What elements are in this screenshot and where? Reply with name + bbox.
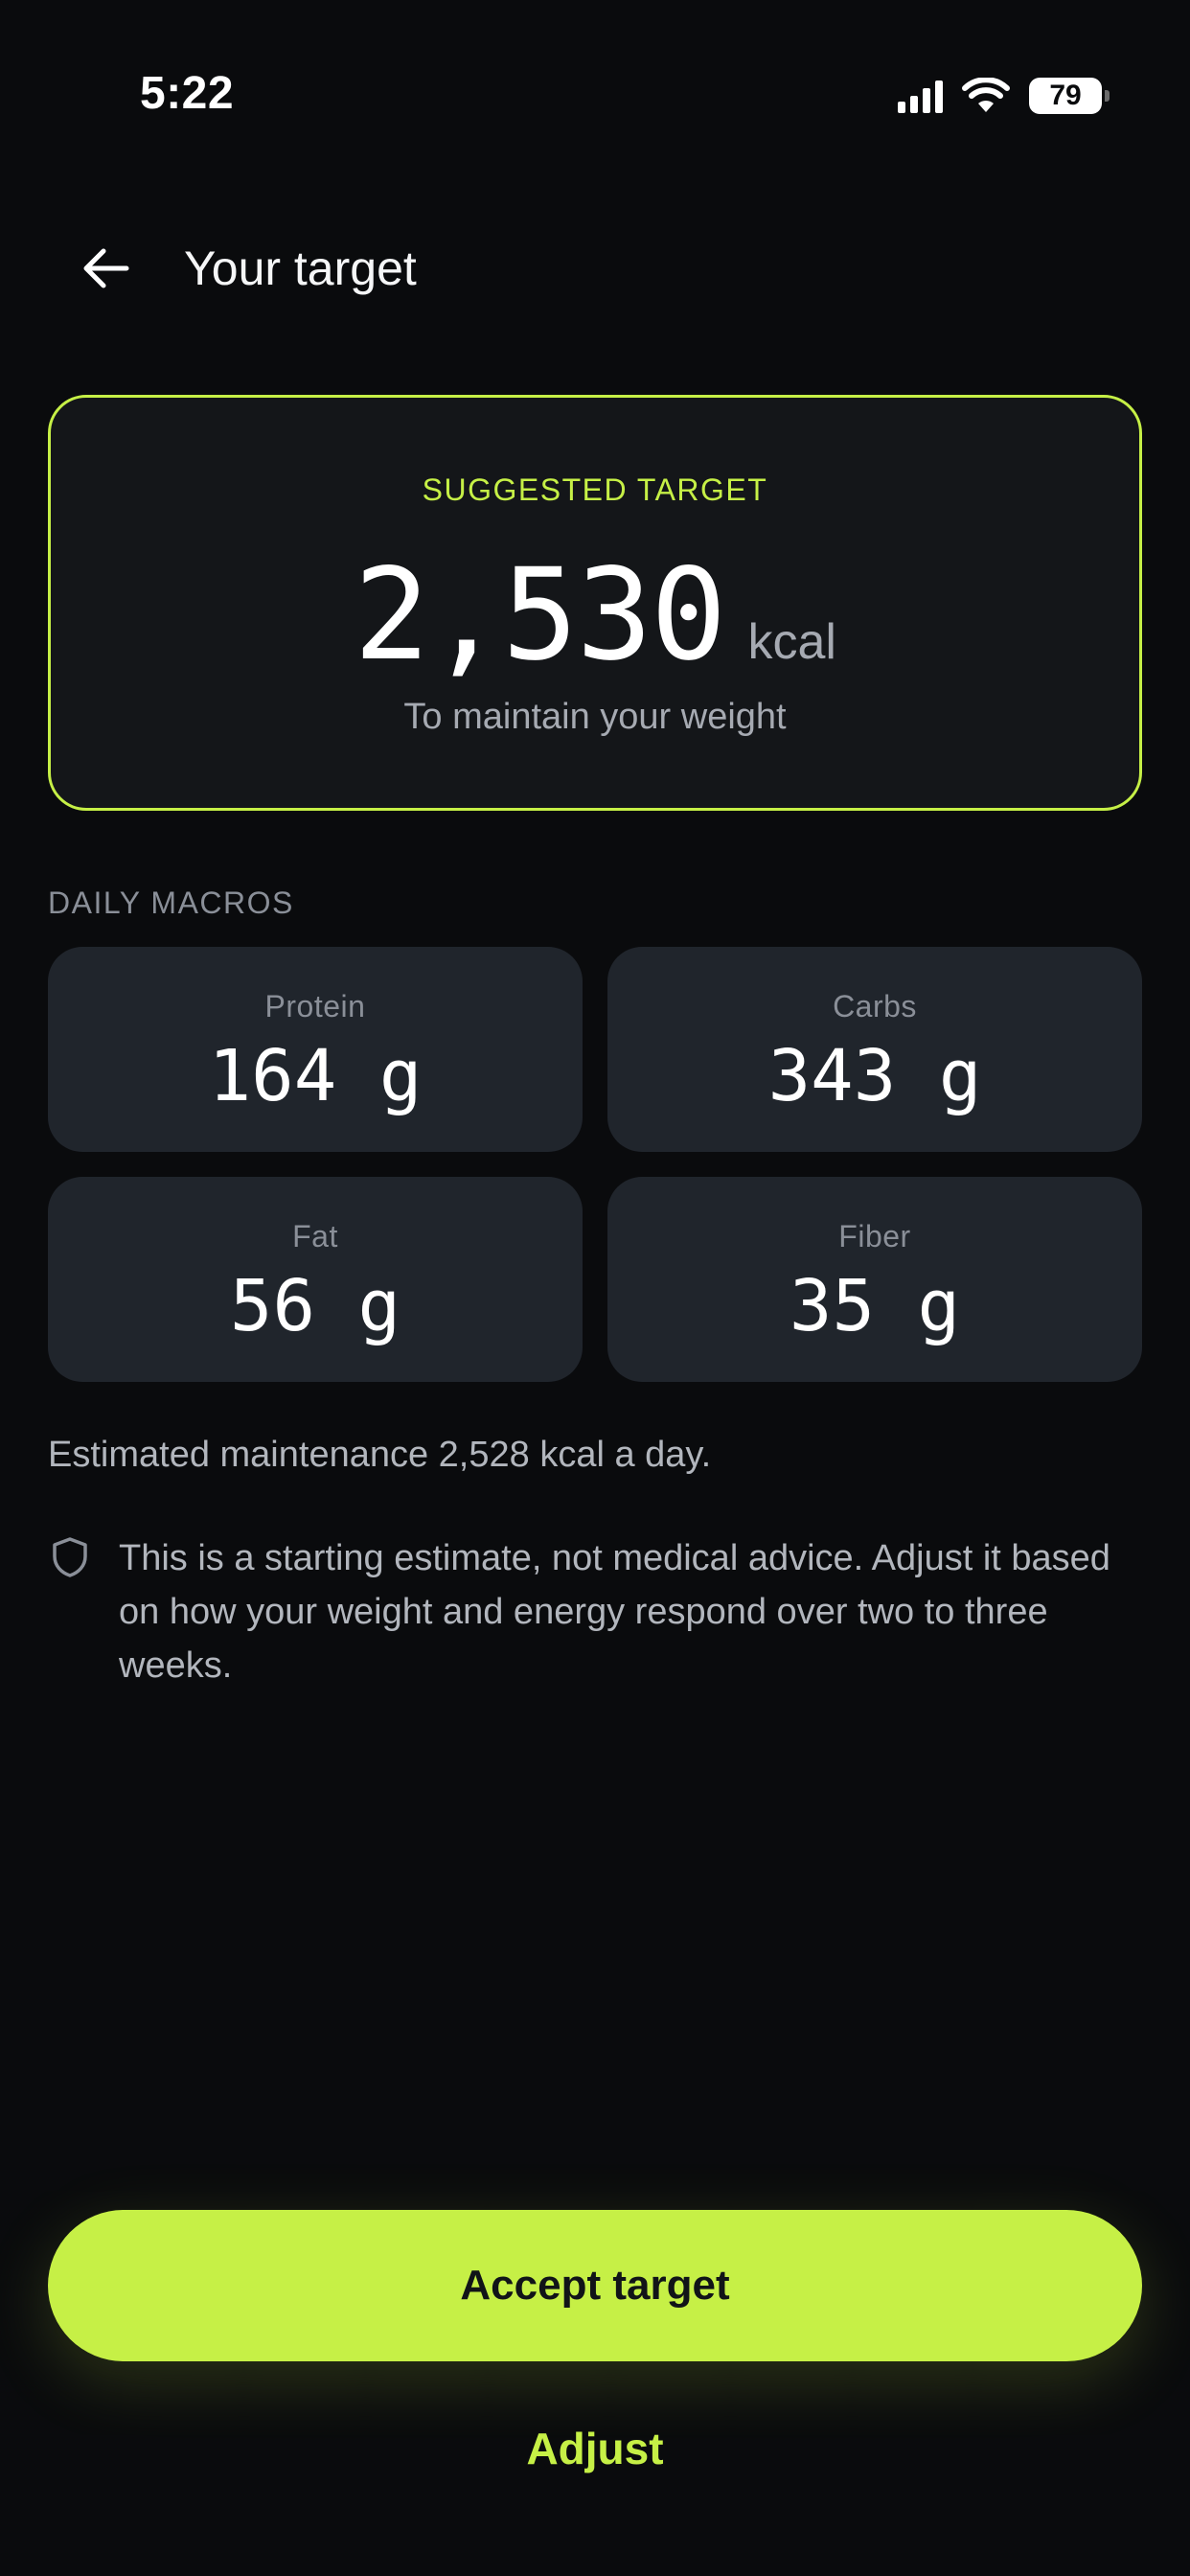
macro-card-fat: Fat 56 g <box>48 1177 583 1382</box>
accept-target-button[interactable]: Accept target <box>48 2210 1142 2361</box>
macro-value: 343 g <box>767 1035 982 1117</box>
macro-card-protein: Protein 164 g <box>48 947 583 1152</box>
maintenance-estimate: Estimated maintenance 2,528 kcal a day. <box>48 1435 712 1475</box>
adjust-button[interactable]: Adjust <box>0 2415 1190 2482</box>
target-calories: 2,530 <box>354 541 726 689</box>
battery-cap <box>1105 90 1110 102</box>
screen: 5:22 79 Your target SUGGESTED TARGET 2,5… <box>0 0 1190 2576</box>
target-value-row: 2,530 kcal <box>51 541 1139 689</box>
shield-icon <box>53 1537 87 1577</box>
target-subtitle: To maintain your weight <box>403 697 787 737</box>
battery-icon: 79 <box>1029 78 1110 114</box>
battery-level: 79 <box>1049 80 1082 111</box>
macro-name: Fiber <box>838 1219 911 1254</box>
suggested-target-label: SUGGESTED TARGET <box>422 472 768 507</box>
status-time: 5:22 <box>140 68 235 119</box>
macro-value: 56 g <box>229 1265 401 1347</box>
cellular-signal-icon <box>898 79 943 113</box>
macro-value: 35 g <box>789 1265 961 1347</box>
macro-value: 164 g <box>208 1035 423 1117</box>
daily-macros-label: DAILY MACROS <box>48 886 294 920</box>
disclaimer-text: This is a starting estimate, not medical… <box>119 1538 1110 1686</box>
macro-name: Protein <box>264 989 366 1024</box>
target-unit: kcal <box>747 614 836 670</box>
arrow-left-icon <box>83 248 129 288</box>
disclaimer: This is a starting estimate, not medical… <box>48 1531 1150 1692</box>
status-icons: 79 <box>898 75 1110 117</box>
header: Your target <box>77 230 417 307</box>
wifi-icon <box>962 78 1010 112</box>
macro-card-carbs: Carbs 343 g <box>607 947 1142 1152</box>
macro-card-fiber: Fiber 35 g <box>607 1177 1142 1382</box>
page-title: Your target <box>184 242 417 295</box>
back-button[interactable] <box>77 240 134 297</box>
macro-name: Carbs <box>833 989 917 1024</box>
suggested-target-card: SUGGESTED TARGET 2,530 kcal To maintain … <box>48 395 1142 811</box>
macro-name: Fat <box>292 1219 338 1254</box>
